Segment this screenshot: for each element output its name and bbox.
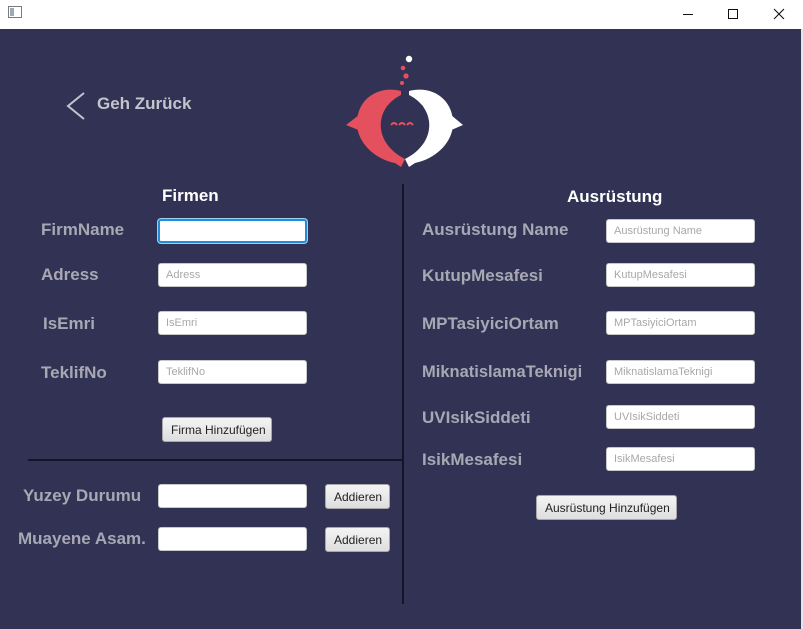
mptasiyiciortam-input[interactable] bbox=[606, 311, 755, 335]
yuzey-durumu-input[interactable] bbox=[158, 484, 307, 508]
close-icon bbox=[773, 8, 785, 20]
muayene-asam-input[interactable] bbox=[158, 527, 307, 551]
maximize-button[interactable] bbox=[710, 0, 756, 28]
mptasiyiciortam-label: MPTasiyiciOrtam bbox=[422, 314, 559, 333]
isemri-input[interactable] bbox=[158, 311, 307, 335]
miknatislamateknigi-input[interactable] bbox=[606, 360, 755, 384]
ausruestung-hinzufuegen-button[interactable]: Ausrüstung Hinzufügen bbox=[536, 495, 677, 520]
muayene-asam-addieren-button[interactable]: Addieren bbox=[325, 527, 390, 552]
ausruestung-title: Ausrüstung bbox=[567, 187, 663, 206]
firmen-title: Firmen bbox=[162, 186, 219, 205]
uvisiksiddeti-input[interactable] bbox=[606, 405, 755, 429]
chevron-left-icon bbox=[66, 92, 85, 120]
minimize-button[interactable] bbox=[665, 0, 711, 28]
ausruestung-name-label: Ausrüstung Name bbox=[422, 220, 569, 239]
uvisiksiddeti-label: UVIsikSiddeti bbox=[422, 408, 531, 427]
ausruestung-name-input[interactable] bbox=[606, 219, 755, 243]
firmname-label: FirmName bbox=[41, 220, 125, 239]
isemri-label: IsEmri bbox=[43, 314, 95, 333]
yuzey-durumu-addieren-button[interactable]: Addieren bbox=[325, 484, 390, 509]
adress-label: Adress bbox=[41, 265, 99, 284]
adress-input[interactable] bbox=[158, 263, 307, 287]
vertical-divider bbox=[402, 184, 404, 604]
maximize-icon bbox=[728, 9, 738, 19]
app-icon bbox=[8, 6, 22, 18]
isikmesafesi-input[interactable] bbox=[606, 447, 755, 471]
isikmesafesi-label: IsikMesafesi bbox=[422, 450, 523, 469]
fish-logo-icon bbox=[346, 55, 463, 167]
kutupmesafesi-label: KutupMesafesi bbox=[422, 266, 543, 285]
kutupmesafesi-input[interactable] bbox=[606, 263, 755, 287]
miknatislamateknigi-label: MiknatislamaTeknigi bbox=[422, 363, 583, 381]
teklifno-label: TeklifNo bbox=[41, 363, 107, 382]
close-button[interactable] bbox=[756, 0, 802, 28]
minimize-icon bbox=[683, 14, 693, 15]
horizontal-divider bbox=[28, 459, 402, 461]
yuzey-durumu-label: Yuzey Durumu bbox=[23, 486, 142, 505]
back-label: Geh Zurück bbox=[97, 94, 192, 113]
muayene-asam-label: Muayene Asam. bbox=[18, 529, 146, 548]
teklifno-input[interactable] bbox=[158, 360, 307, 384]
main-panel: Geh Zurück Firmen FirmName Adress IsEmri… bbox=[0, 29, 801, 629]
title-bar bbox=[0, 0, 803, 28]
firmname-input[interactable] bbox=[158, 219, 307, 243]
firma-hinzufuegen-button[interactable]: Firma Hinzufügen bbox=[162, 417, 272, 442]
